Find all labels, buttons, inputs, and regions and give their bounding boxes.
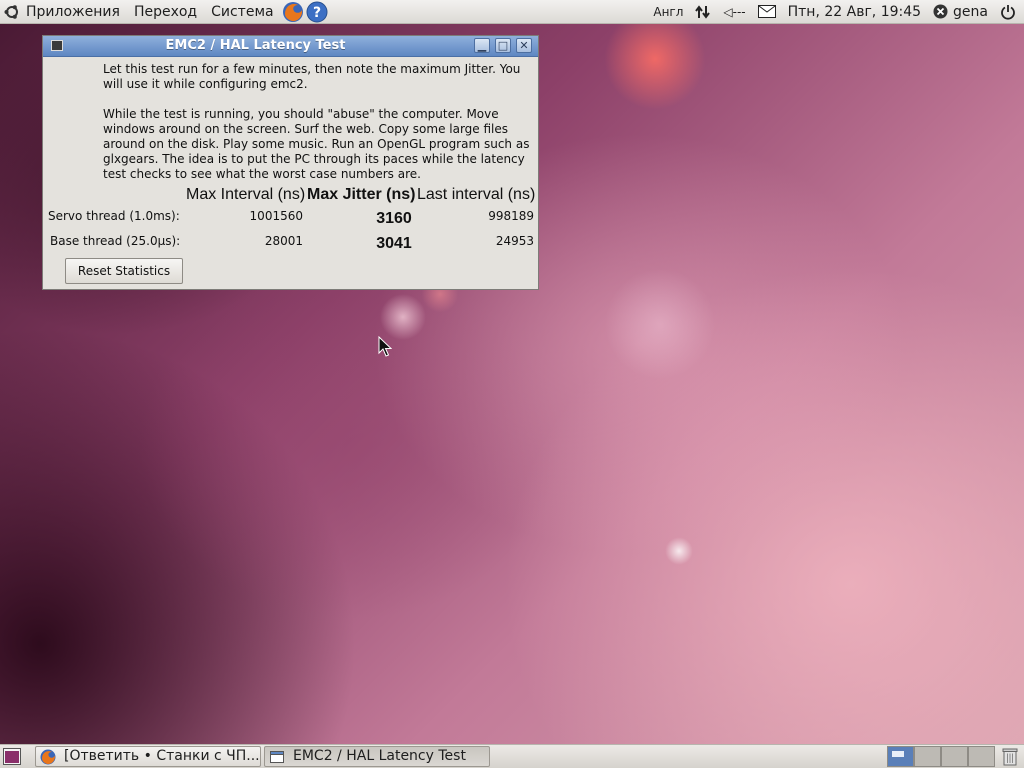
envelope-icon [757, 5, 776, 18]
firefox-icon [40, 749, 56, 764]
clock-label: Птн, 22 Авг, 19:45 [787, 3, 922, 20]
taskbar-item-latency-test[interactable]: EMC2 / HAL Latency Test [264, 746, 490, 767]
taskbar-item-firefox-label: [Ответить • Станки с ЧП... [64, 748, 260, 764]
trash-icon[interactable] [1001, 747, 1019, 766]
window-icon [270, 750, 284, 763]
window-titlebar[interactable]: EMC2 / HAL Latency Test ▁ □ ✕ [43, 36, 538, 57]
system-tray: Англ ◁--- Птн, 22 Авг, 19:45 gena [647, 0, 1024, 24]
volume-icon: ◁--- [723, 4, 746, 19]
header-max-jitter: Max Jitter (ns) [307, 186, 416, 203]
bottom-panel: [Ответить • Станки с ЧП... EMC2 / HAL La… [0, 744, 1024, 768]
reset-statistics-button[interactable]: Reset Statistics [65, 258, 183, 284]
close-icon: ✕ [519, 39, 529, 52]
taskbar-item-firefox[interactable]: [Ответить • Станки с ЧП... [35, 746, 261, 767]
help-launcher[interactable]: ? [306, 1, 328, 23]
firefox-launcher[interactable] [282, 1, 304, 23]
ubuntu-logo-icon [4, 4, 18, 19]
header-max-interval: Max Interval (ns) [186, 186, 306, 203]
close-button[interactable]: ✕ [516, 38, 532, 53]
menu-applications-label: Приложения [26, 3, 120, 20]
maximize-icon: □ [497, 39, 509, 52]
volume-indicator[interactable]: ◁--- [717, 5, 751, 19]
workspace-4[interactable] [968, 746, 995, 767]
menu-applications[interactable]: Приложения [0, 0, 127, 24]
firefox-icon [282, 1, 303, 22]
servo-thread-label: Servo thread (1.0ms): [48, 209, 180, 223]
user-status-icon [933, 4, 948, 19]
servo-max-interval: 1001560 [249, 209, 303, 223]
workspace-2[interactable] [914, 746, 941, 767]
top-panel: Приложения Переход Система ? Англ ◁--- П… [0, 0, 1024, 24]
mouse-cursor-icon [378, 336, 392, 357]
servo-max-jitter: 3160 [376, 210, 412, 227]
clock[interactable]: Птн, 22 Авг, 19:45 [782, 4, 927, 20]
instructions: Let this test run for a few minutes, the… [103, 62, 535, 197]
power-icon [1001, 4, 1015, 20]
base-thread-label: Base thread (25.0µs): [50, 234, 181, 248]
menu-system[interactable]: Система [204, 0, 280, 24]
user-name: gena [953, 3, 988, 20]
base-last-interval: 24953 [495, 234, 534, 248]
header-last-interval: Last interval (ns) [417, 186, 536, 203]
base-max-jitter: 3041 [376, 235, 412, 252]
svg-text:?: ? [313, 5, 321, 21]
help-icon: ? [306, 1, 328, 22]
mail-indicator[interactable] [752, 5, 782, 18]
instructions-paragraph-1: Let this test run for a few minutes, the… [103, 62, 521, 91]
keyboard-layout-label: Англ [653, 4, 684, 19]
workspace-3[interactable] [941, 746, 968, 767]
workspace-switcher [887, 746, 997, 767]
minimize-icon: ▁ [477, 39, 487, 52]
network-arrows-icon [695, 4, 711, 19]
show-desktop-icon[interactable] [3, 748, 21, 765]
taskbar-item-latency-test-label: EMC2 / HAL Latency Test [293, 748, 466, 764]
window-title: EMC2 / HAL Latency Test [165, 38, 346, 53]
shutdown-button[interactable] [994, 4, 1024, 20]
servo-last-interval: 998189 [488, 209, 534, 223]
latency-test-window: EMC2 / HAL Latency Test ▁ □ ✕ Let this t… [42, 35, 539, 290]
user-menu[interactable]: gena [927, 4, 994, 20]
base-max-interval: 28001 [264, 234, 303, 248]
minimize-button[interactable]: ▁ [474, 38, 490, 53]
network-indicator[interactable] [689, 4, 717, 20]
menu-places[interactable]: Переход [127, 0, 204, 24]
instructions-paragraph-2: While the test is running, you should "a… [103, 107, 530, 181]
maximize-button[interactable]: □ [495, 38, 511, 53]
workspace-1[interactable] [887, 746, 914, 767]
keyboard-layout-indicator[interactable]: Англ [647, 5, 689, 19]
